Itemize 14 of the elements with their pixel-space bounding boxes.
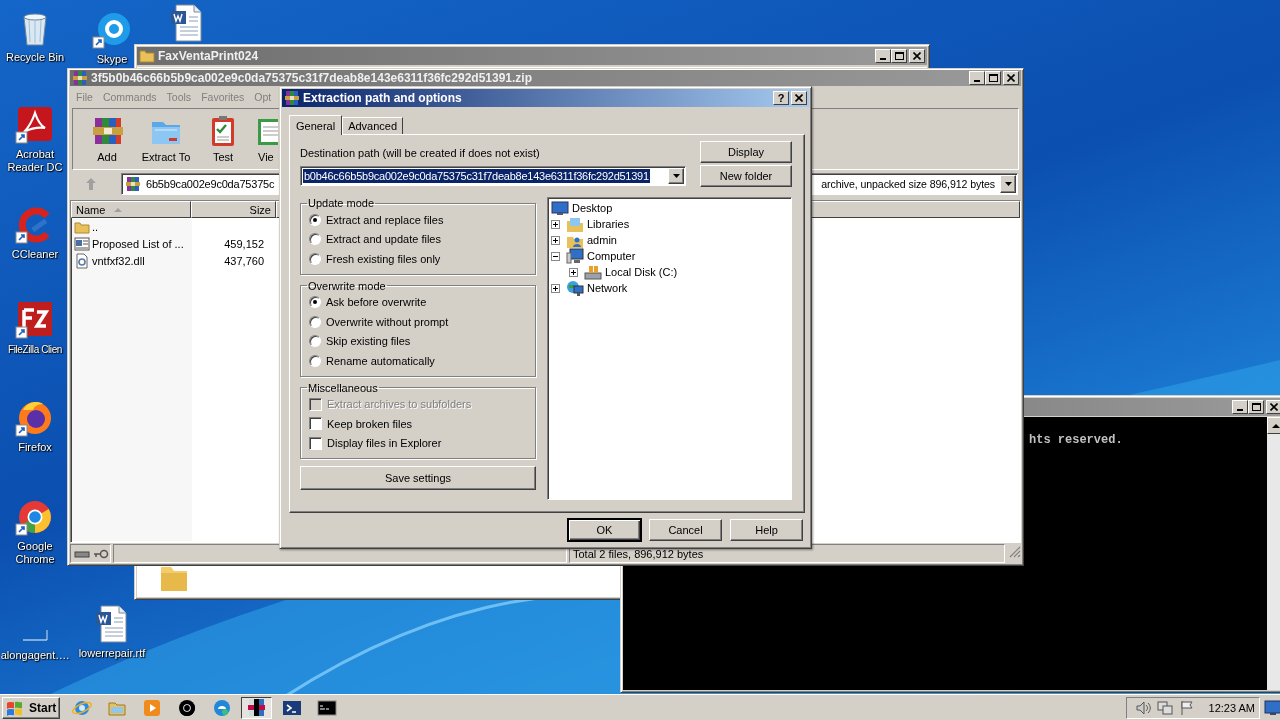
window-title: Extraction path and options bbox=[303, 91, 462, 105]
console-text: hts reserved. bbox=[1029, 433, 1123, 447]
window-title: 3f5b0b46c66b5b9ca002e9c0da75375c31f7deab8e143e6311f36fc292d51391.zip bbox=[91, 71, 532, 85]
clock: 12:23 AM bbox=[1208, 702, 1255, 714]
group-title: Overwrite mode bbox=[307, 279, 387, 292]
group-title: Update mode bbox=[307, 197, 376, 209]
group-title: Miscellaneous bbox=[307, 381, 379, 394]
window-title: FaxVentaPrint024 bbox=[158, 49, 259, 63]
address-text: 6b5b9ca002e9c0da75375c bbox=[146, 178, 275, 190]
path-value: b0b46c66b5b9ca002e9c0da75375c31f7deab8e143e6311f36fc292d51391 bbox=[303, 169, 650, 183]
file-size: 437,760 bbox=[223, 254, 265, 267]
file-size: 459,152 bbox=[223, 237, 265, 250]
archive-info-text: archive, unpacked size 896,912 bytes bbox=[821, 178, 995, 190]
field-label: Destination path (will be created if does not exist) bbox=[300, 147, 541, 161]
